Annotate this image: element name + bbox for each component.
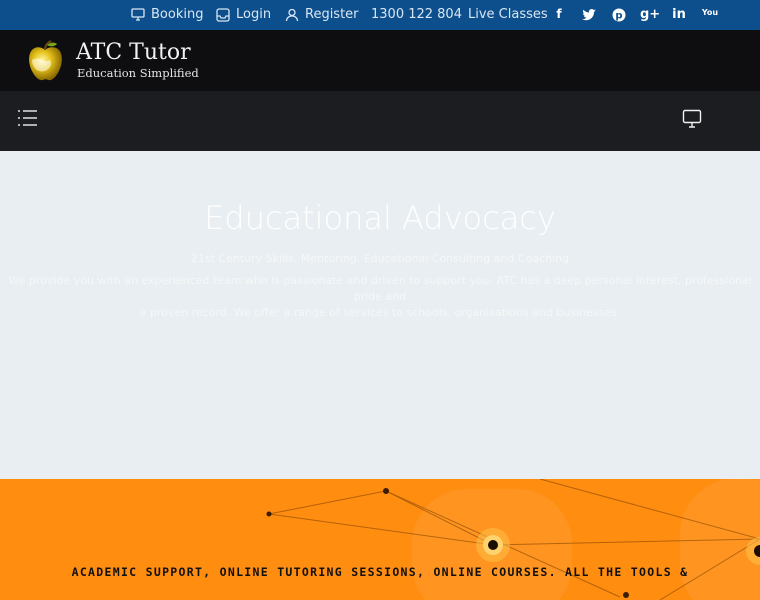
live-classes-link[interactable]: Live Classes [468, 7, 548, 22]
apple-logo-icon[interactable] [22, 38, 68, 84]
hero-body: We provide you with an experienced team … [0, 273, 760, 321]
hero-body-line: We provide you with an experienced team … [8, 274, 752, 303]
linkedin-icon[interactable]: in [670, 7, 688, 23]
nav-bar [0, 91, 760, 151]
brand-subtitle: Education Simplified [77, 66, 199, 80]
services-tagline: ACADEMIC SUPPORT, ONLINE TUTORING SESSIO… [71, 565, 689, 579]
facebook-icon[interactable]: f [550, 7, 568, 23]
login-label: Login [236, 7, 272, 22]
register-label: Register [305, 7, 359, 22]
live-classes-label: Live Classes [468, 7, 548, 22]
booking-label: Booking [151, 7, 204, 22]
youtube-icon[interactable]: You [701, 8, 719, 24]
svg-text:p: p [615, 11, 622, 22]
monitor-icon [131, 7, 145, 21]
network-decoration [266, 479, 760, 600]
brand-bar: ATC Tutor Education Simplified [0, 30, 760, 91]
menu-icon[interactable] [16, 108, 38, 128]
google-plus-icon[interactable]: g+ [640, 7, 660, 23]
hero-section: Educational Advocacy 21st Century Skills… [0, 151, 760, 479]
login-link[interactable]: Login [216, 7, 271, 22]
hero-body-line: a proven record. We offer a range of ser… [139, 306, 621, 319]
phone-label: 1300 122 804 [371, 7, 462, 22]
top-bar: Booking Login Register 1300 122 804 Live… [0, 0, 760, 30]
brand-title[interactable]: ATC Tutor [76, 40, 191, 65]
booking-link[interactable]: Booking [131, 7, 203, 22]
user-icon [285, 8, 299, 21]
phone-number[interactable]: 1300 122 804 [371, 7, 462, 22]
inbox-icon [216, 7, 230, 22]
hero-title: Educational Advocacy [204, 199, 556, 237]
register-link[interactable]: Register [285, 7, 359, 22]
pinterest-icon[interactable]: p [610, 7, 628, 23]
hero-subtitle: 21st Century Skills, Mentoring, Educatio… [190, 252, 570, 265]
desktop-icon[interactable] [682, 109, 702, 129]
twitter-icon[interactable] [580, 7, 598, 23]
services-band: ACADEMIC SUPPORT, ONLINE TUTORING SESSIO… [0, 479, 760, 600]
